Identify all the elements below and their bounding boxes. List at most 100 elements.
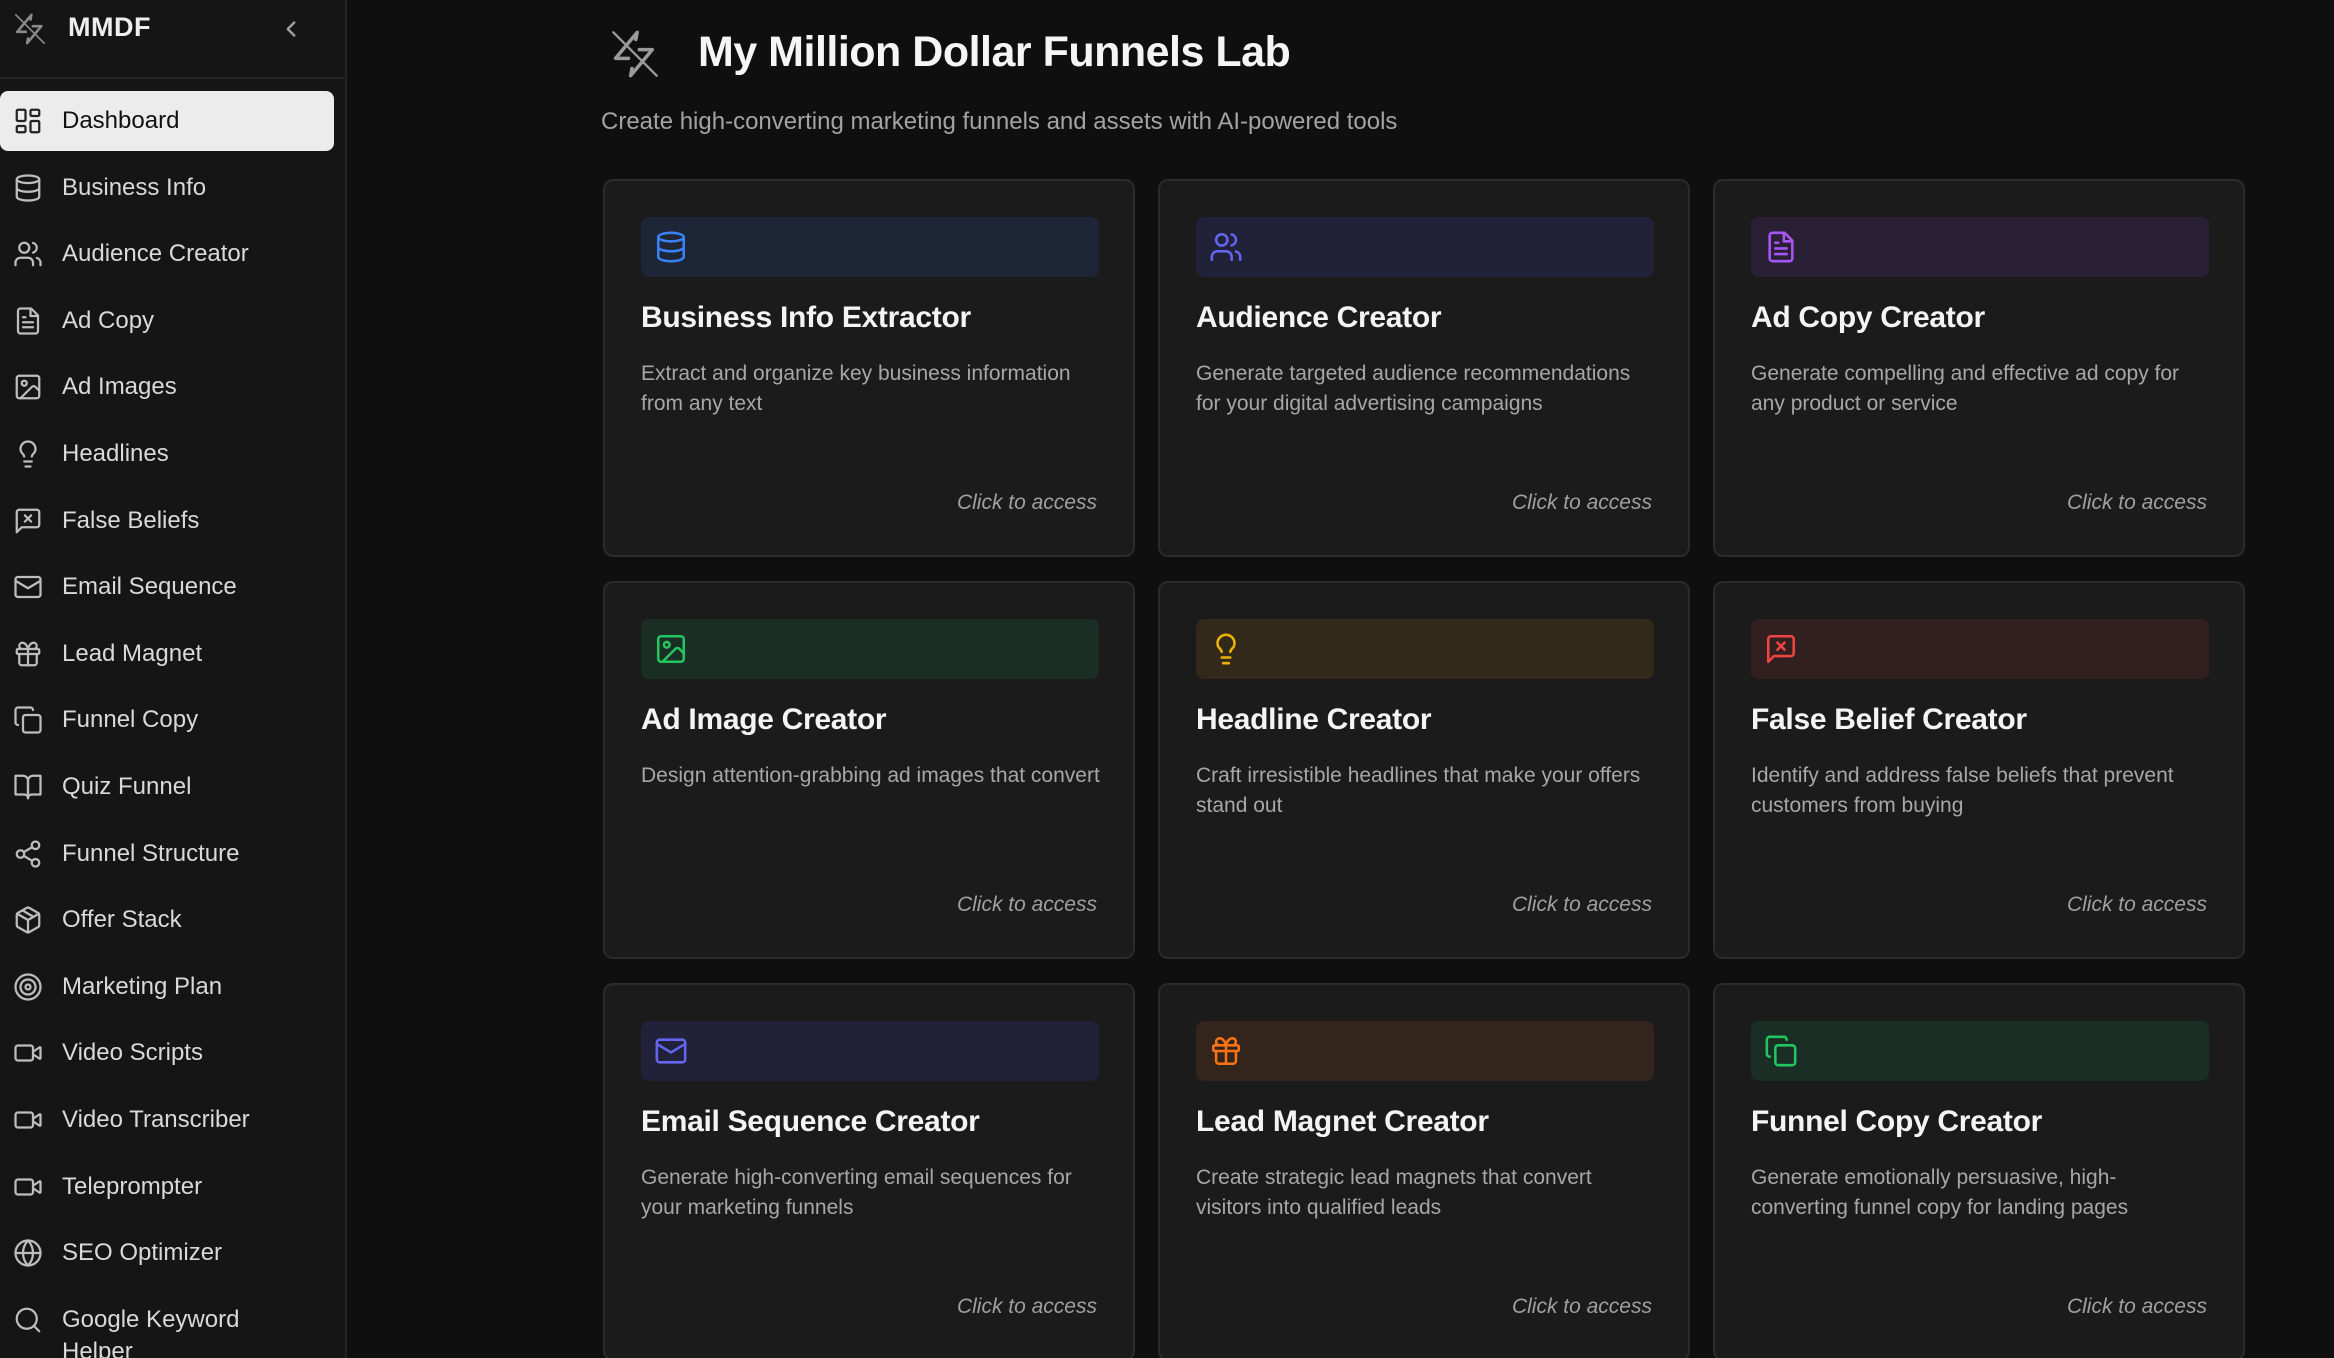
mail-icon [13, 572, 43, 602]
message-x-icon [1764, 632, 1798, 666]
sidebar-item-marketing-plan[interactable]: Marketing Plan [0, 957, 334, 1017]
card-access-link[interactable]: Click to access [2067, 893, 2207, 917]
sidebar-item-lead-magnet[interactable]: Lead Magnet [0, 624, 334, 684]
sidebar-item-label: Audience Creator [62, 240, 249, 267]
card-access-link[interactable]: Click to access [2067, 1295, 2207, 1319]
card-icon-banner [1196, 619, 1654, 679]
card-description: Craft irresistible headlines that make y… [1196, 764, 1641, 817]
tool-card-ad-image-creator[interactable]: Ad Image Creator Design attention-grabbin… [603, 581, 1135, 959]
card-title: Ad Image Creator [641, 703, 887, 736]
sidebar-item-label: Dashboard [62, 107, 180, 134]
sidebar: MMDF Dashboard Business Info Audience Crea… [0, 0, 347, 1358]
copy-icon [13, 705, 43, 735]
card-description: Create strategic lead magnets that conve… [1196, 1166, 1592, 1219]
sidebar-item-funnel-structure[interactable]: Funnel Structure [0, 824, 334, 884]
share-icon [13, 839, 43, 869]
sidebar-item-label: Lead Magnet [62, 640, 203, 667]
card-title: Headline Creator [1196, 703, 1432, 736]
users-icon [1209, 230, 1243, 264]
card-access-link[interactable]: Click to access [1512, 893, 1652, 917]
sidebar-item-label: SEO Optimizer [62, 1239, 223, 1266]
card-title: Ad Copy Creator [1751, 301, 1985, 334]
card-icon-banner [641, 217, 1099, 277]
globe-icon [13, 1238, 43, 1268]
tool-card-business-info-extractor[interactable]: Business Info Extractor Extract and organ… [603, 179, 1135, 557]
card-title: Audience Creator [1196, 301, 1442, 334]
tool-card-email-sequence-creator[interactable]: Email Sequence Creator Generate high-conv… [603, 983, 1135, 1358]
sidebar-item-teleprompter[interactable]: Teleprompter [0, 1157, 334, 1217]
tool-card-funnel-copy-creator[interactable]: Funnel Copy Creator Generate emotionally … [1713, 983, 2245, 1358]
sidebar-item-business-info[interactable]: Business Info [0, 158, 334, 218]
card-icon-banner [641, 1021, 1099, 1081]
app-window: MMDF Dashboard Business Info Audience Crea… [0, 0, 2334, 1358]
message-x-icon [13, 506, 43, 536]
card-description: Identify and address false beliefs that … [1751, 764, 2174, 817]
card-icon-banner [1196, 1021, 1654, 1081]
database-icon [654, 230, 688, 264]
sidebar-item-dashboard[interactable]: Dashboard [0, 91, 334, 151]
card-access-link[interactable]: Click to access [957, 893, 1097, 917]
sidebar-item-label: Video Scripts [62, 1039, 203, 1066]
tool-card-ad-copy-creator[interactable]: Ad Copy Creator Generate compelling and e… [1713, 179, 2245, 557]
zap-off-icon [609, 28, 661, 80]
card-description: Generate targeted audience recommendatio… [1196, 362, 1631, 415]
card-access-link[interactable]: Click to access [1512, 491, 1652, 515]
card-icon-banner [641, 619, 1099, 679]
sidebar-item-google-keyword-helper[interactable]: Google Keyword Helper [0, 1290, 334, 1358]
tool-card-headline-creator[interactable]: Headline Creator Craft irresistible headl… [1158, 581, 1690, 959]
video-icon [13, 1038, 43, 1068]
sidebar-item-label: Ad Copy [62, 307, 155, 334]
sidebar-item-video-scripts[interactable]: Video Scripts [0, 1023, 334, 1083]
sidebar-item-label: False Beliefs [62, 507, 200, 534]
card-access-link[interactable]: Click to access [957, 1295, 1097, 1319]
brand-name: MMDF [68, 12, 151, 42]
tool-card-lead-magnet-creator[interactable]: Lead Magnet Creator Create strategic lead… [1158, 983, 1690, 1358]
dashboard-icon [13, 106, 43, 136]
sidebar-item-video-transcriber[interactable]: Video Transcriber [0, 1090, 334, 1150]
lightbulb-icon [1209, 632, 1243, 666]
card-icon-banner [1751, 1021, 2209, 1081]
tool-card-false-belief-creator[interactable]: False Belief Creator Identify and address… [1713, 581, 2245, 959]
card-icon-banner [1751, 217, 2209, 277]
card-title: Business Info Extractor [641, 301, 971, 334]
sidebar-item-ad-copy[interactable]: Ad Copy [0, 291, 334, 351]
gift-icon [13, 639, 43, 669]
sidebar-item-funnel-copy[interactable]: Funnel Copy [0, 690, 334, 750]
sidebar-item-false-beliefs[interactable]: False Beliefs [0, 491, 334, 551]
sidebar-item-label: Business Info [62, 174, 207, 201]
sidebar-item-label: Headlines [62, 440, 169, 467]
main-content: My Million Dollar Funnels Lab Create hig… [349, 0, 2334, 1358]
tool-card-audience-creator[interactable]: Audience Creator Generate targeted audien… [1158, 179, 1690, 557]
sidebar-item-label: Ad Images [62, 373, 177, 400]
card-title: False Belief Creator [1751, 703, 2027, 736]
card-description: Generate compelling and effective ad cop… [1751, 362, 2180, 415]
package-icon [13, 905, 43, 935]
card-access-link[interactable]: Click to access [2067, 491, 2207, 515]
sidebar-item-seo-optimizer[interactable]: SEO Optimizer [0, 1223, 334, 1283]
sidebar-divider [0, 77, 345, 79]
card-description: Generate emotionally persuasive, high-co… [1751, 1166, 2129, 1219]
video-icon [13, 1172, 43, 1202]
copy-icon [1764, 1034, 1798, 1068]
lightbulb-icon [13, 439, 43, 469]
database-icon [13, 173, 43, 203]
sidebar-item-label: Email Sequence [62, 573, 237, 600]
users-icon [13, 239, 43, 269]
card-icon-banner [1196, 217, 1654, 277]
sidebar-item-headlines[interactable]: Headlines [0, 424, 334, 484]
card-access-link[interactable]: Click to access [1512, 1295, 1652, 1319]
sidebar-item-ad-images[interactable]: Ad Images [0, 357, 334, 417]
card-access-link[interactable]: Click to access [957, 491, 1097, 515]
sidebar-item-label: Quiz Funnel [62, 773, 192, 800]
card-title: Email Sequence Creator [641, 1105, 980, 1138]
collapse-sidebar-button[interactable] [278, 16, 304, 42]
sidebar-item-email-sequence[interactable]: Email Sequence [0, 557, 334, 617]
sidebar-item-offer-stack[interactable]: Offer Stack [0, 890, 334, 950]
sidebar-item-label: Google Keyword Helper [62, 1306, 240, 1358]
sidebar-item-quiz-funnel[interactable]: Quiz Funnel [0, 757, 334, 817]
sidebar-item-audience-creator[interactable]: Audience Creator [0, 224, 334, 284]
card-icon-banner [1751, 619, 2209, 679]
card-title: Lead Magnet Creator [1196, 1105, 1489, 1138]
gift-icon [1209, 1034, 1243, 1068]
image-icon [13, 372, 43, 402]
